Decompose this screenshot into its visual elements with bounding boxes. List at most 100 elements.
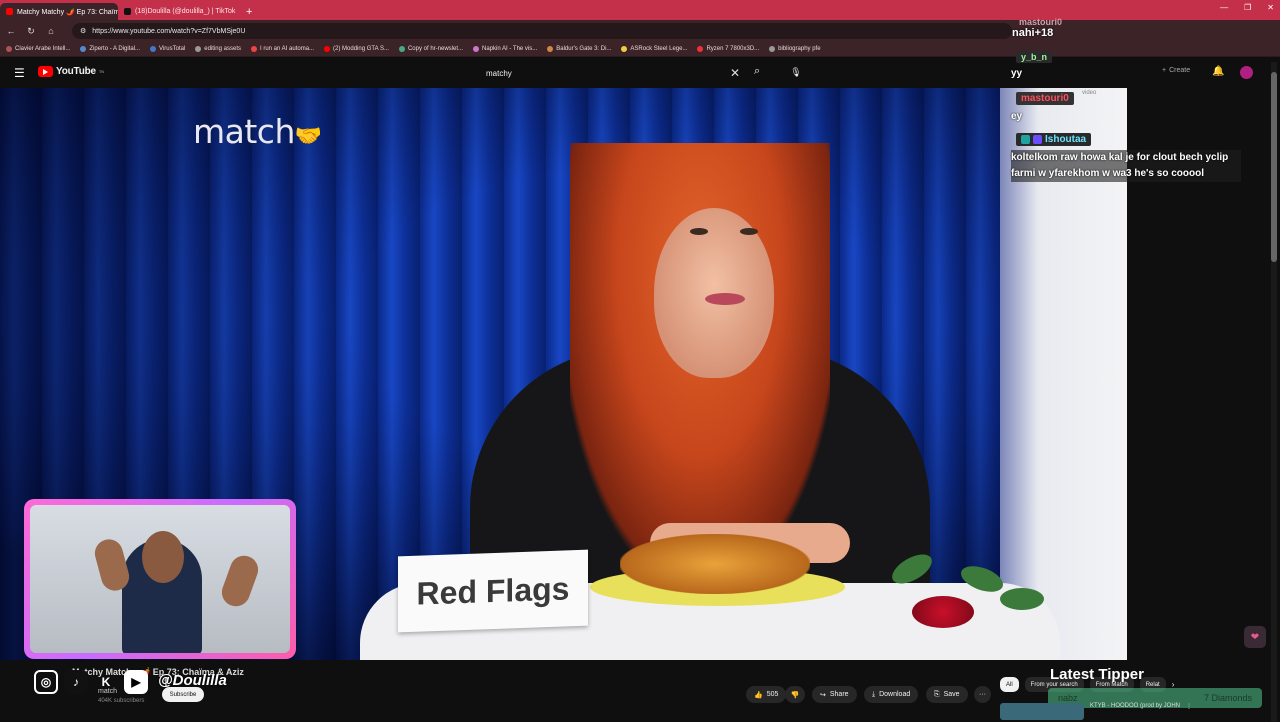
bookmark-icon <box>473 46 479 52</box>
search-icon[interactable]: ⌕ <box>754 65 760 78</box>
tipper-amount: 7 Diamonds <box>1203 693 1252 703</box>
maximize-icon[interactable]: ❐ <box>1244 3 1251 12</box>
like-button[interactable]: 👍 505 <box>746 686 787 703</box>
bookmark-item[interactable]: Baldur's Gate 3: Di... <box>547 46 611 52</box>
chat-username-badged: Ishoutaa <box>1016 133 1092 146</box>
bookmark-item[interactable]: Clavier Arabe Intell... <box>6 46 70 52</box>
site-info-icon[interactable]: ⚙ <box>80 27 86 35</box>
youtube-favicon-icon <box>6 8 13 15</box>
scrollbar[interactable] <box>1271 62 1277 722</box>
instagram-icon: ◎ <box>34 670 58 694</box>
streamer-head <box>142 531 184 583</box>
search-input[interactable]: matchy ✕ <box>478 62 750 84</box>
match-logo-text: match <box>193 112 295 151</box>
host-lips <box>705 293 745 305</box>
chat-username: y_b_n <box>1016 51 1053 63</box>
share-button[interactable]: ↪ Share <box>812 686 857 703</box>
dislike-button[interactable]: 👎 <box>785 686 805 703</box>
food <box>620 534 810 594</box>
clear-search-icon[interactable]: ✕ <box>730 66 740 80</box>
bookmark-label: (2) Modding GTA S... <box>333 46 389 52</box>
channel-name[interactable]: match <box>98 688 117 695</box>
url-field[interactable]: ⚙ https://www.youtube.com/watch?v=Zf7VbM… <box>72 23 1012 39</box>
bookmark-label: Ziperto - A Digital... <box>89 46 141 52</box>
rose <box>912 596 974 628</box>
youtube-logo[interactable]: YouTube TN <box>38 66 104 77</box>
chat-message: ey <box>1011 111 1023 122</box>
bookmark-label: Ryzen 7 7800x3D... <box>706 46 760 52</box>
bookmark-item[interactable]: bibliography pfe <box>769 46 821 52</box>
bookmark-icon <box>398 46 405 52</box>
download-button[interactable]: ⤓ Download <box>864 686 919 703</box>
new-tab-button[interactable]: + <box>238 3 260 20</box>
close-window-icon[interactable]: ✕ <box>1267 3 1274 12</box>
chat-message: yy <box>1011 68 1023 79</box>
minimize-icon[interactable]: — <box>1220 3 1228 12</box>
youtube-country-code: TN <box>98 69 104 74</box>
plus-icon: + <box>1162 67 1167 74</box>
tipper-name: nabz <box>1058 693 1078 703</box>
host-eye <box>740 228 758 235</box>
bookmark-item[interactable]: Copy of hr-newslet... <box>398 46 463 52</box>
bookmark-icon <box>150 46 157 52</box>
tab-youtube[interactable]: Matchy Matchy 🌶️ Ep 73: Chaïma ✕ <box>0 3 118 20</box>
scrollbar-thumb[interactable] <box>1271 72 1277 262</box>
microphone-icon[interactable]: 🎙 <box>788 64 804 80</box>
latest-tipper-label: Latest Tipper <box>1050 666 1144 683</box>
bookmark-icon <box>697 46 704 52</box>
youtube-play-icon <box>38 66 53 77</box>
create-label: Create <box>1169 67 1191 74</box>
share-icon: ↪ <box>820 691 826 699</box>
subscriber-badge-icon <box>1021 135 1030 144</box>
bookmark-icon <box>251 46 257 52</box>
host-eye <box>690 228 708 235</box>
handshake-icon: 🤝 <box>294 124 322 149</box>
bookmark-label: Napkin AI - The vis... <box>482 46 538 52</box>
red-flags-placard: Red Flags <box>398 549 588 633</box>
bookmark-item[interactable]: I run an AI automa... <box>251 46 314 52</box>
bookmark-label: editing assets <box>204 46 241 52</box>
notifications-bell-icon[interactable]: 🔔 <box>1212 66 1224 77</box>
chat-username: mastouri0 <box>1016 92 1074 105</box>
reload-icon[interactable]: ↻ <box>26 26 36 37</box>
bookmark-icon <box>324 46 331 52</box>
avatar[interactable] <box>1240 66 1253 79</box>
recommended-thumbnail[interactable] <box>1000 703 1084 720</box>
subscribe-button[interactable]: Subscribe <box>162 687 204 702</box>
thumbs-up-icon: 👍 <box>754 691 763 699</box>
bookmark-item[interactable]: Ryzen 7 7800x3D... <box>697 46 759 52</box>
youtube-logo-text: YouTube <box>56 66 96 77</box>
back-icon[interactable]: ← <box>6 26 16 36</box>
bookmarks-bar: Clavier Arabe Intell... Ziperto - A Digi… <box>0 42 1280 57</box>
tiktok-icon: ♪ <box>64 670 88 694</box>
bookmark-label: VirusTotal <box>159 46 186 52</box>
bookmark-item[interactable]: (2) Modding GTA S... <box>324 46 389 52</box>
chat-message: nahi+18 <box>1012 27 1054 39</box>
webcam-feed <box>30 505 290 653</box>
kebab-menu-icon[interactable]: ⋮ <box>1186 703 1192 720</box>
rose-leaf <box>1000 588 1044 610</box>
bookmark-label: Clavier Arabe Intell... <box>15 46 71 52</box>
tiktok-favicon-icon <box>124 8 131 15</box>
hamburger-menu-icon[interactable]: ☰ <box>14 66 25 80</box>
bookmark-item[interactable]: Napkin AI - The vis... <box>473 46 537 52</box>
bookmark-item[interactable]: Ziperto - A Digital... <box>80 46 140 52</box>
search-value: matchy <box>486 68 512 78</box>
share-label: Share <box>829 691 849 698</box>
bookmark-item[interactable]: editing assets <box>195 46 241 52</box>
bookmark-item[interactable]: VirusTotal <box>150 46 185 52</box>
folder-icon <box>769 46 776 52</box>
save-button[interactable]: ⎘ Save <box>926 686 968 703</box>
recommended-video[interactable]: KTYB - HOODOO (prod by JOHN ⋮ <box>1000 703 1192 720</box>
tab-tiktok[interactable]: (18)Doulilla (@doulilla_) | TikTok ✕ <box>118 3 238 20</box>
bookmark-icon <box>6 46 12 52</box>
bookmark-icon: ⎘ <box>934 690 940 698</box>
bookmark-label: Baldur's Gate 3: Di... <box>556 46 612 52</box>
home-icon[interactable]: ⌂ <box>46 26 56 36</box>
more-actions-button[interactable]: ··· <box>974 686 991 703</box>
chip-all[interactable]: All <box>1000 677 1019 692</box>
create-button[interactable]: + Create <box>1162 67 1190 74</box>
recommended-title[interactable]: KTYB - HOODOO (prod by JOHN <box>1090 703 1180 720</box>
chat-message: koltelkom raw howa kal je for clout bech… <box>1011 150 1241 182</box>
bookmark-item[interactable]: ASRock Steel Lege... <box>621 46 687 52</box>
